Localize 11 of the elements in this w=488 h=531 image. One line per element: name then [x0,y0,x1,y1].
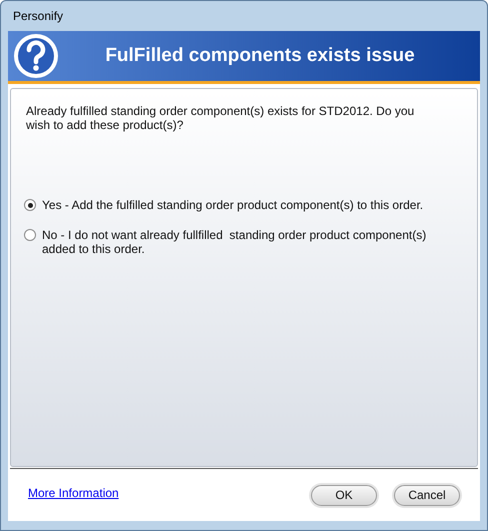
radio-button[interactable] [24,229,36,241]
message-text: Already fulfilled standing order component(s) exists for STD2012. Do you wish to add these product(s)? [26,104,416,132]
radio-option[interactable]: Yes - Add the fulfilled standing order product component(s) to this order. [24,198,462,212]
dialog-button[interactable]: OK [311,484,377,506]
dialog-heading: FulFilled components exists issue [104,44,416,68]
more-information-link[interactable]: More Information [28,484,119,502]
window-title: Personify [13,8,64,25]
dialog-button[interactable]: Cancel [394,484,460,506]
radio-option[interactable]: No - I do not want already fullfilled standing order product component(s) added to this order. [24,228,462,256]
radio-button[interactable] [24,199,36,211]
question-icon [12,32,60,80]
